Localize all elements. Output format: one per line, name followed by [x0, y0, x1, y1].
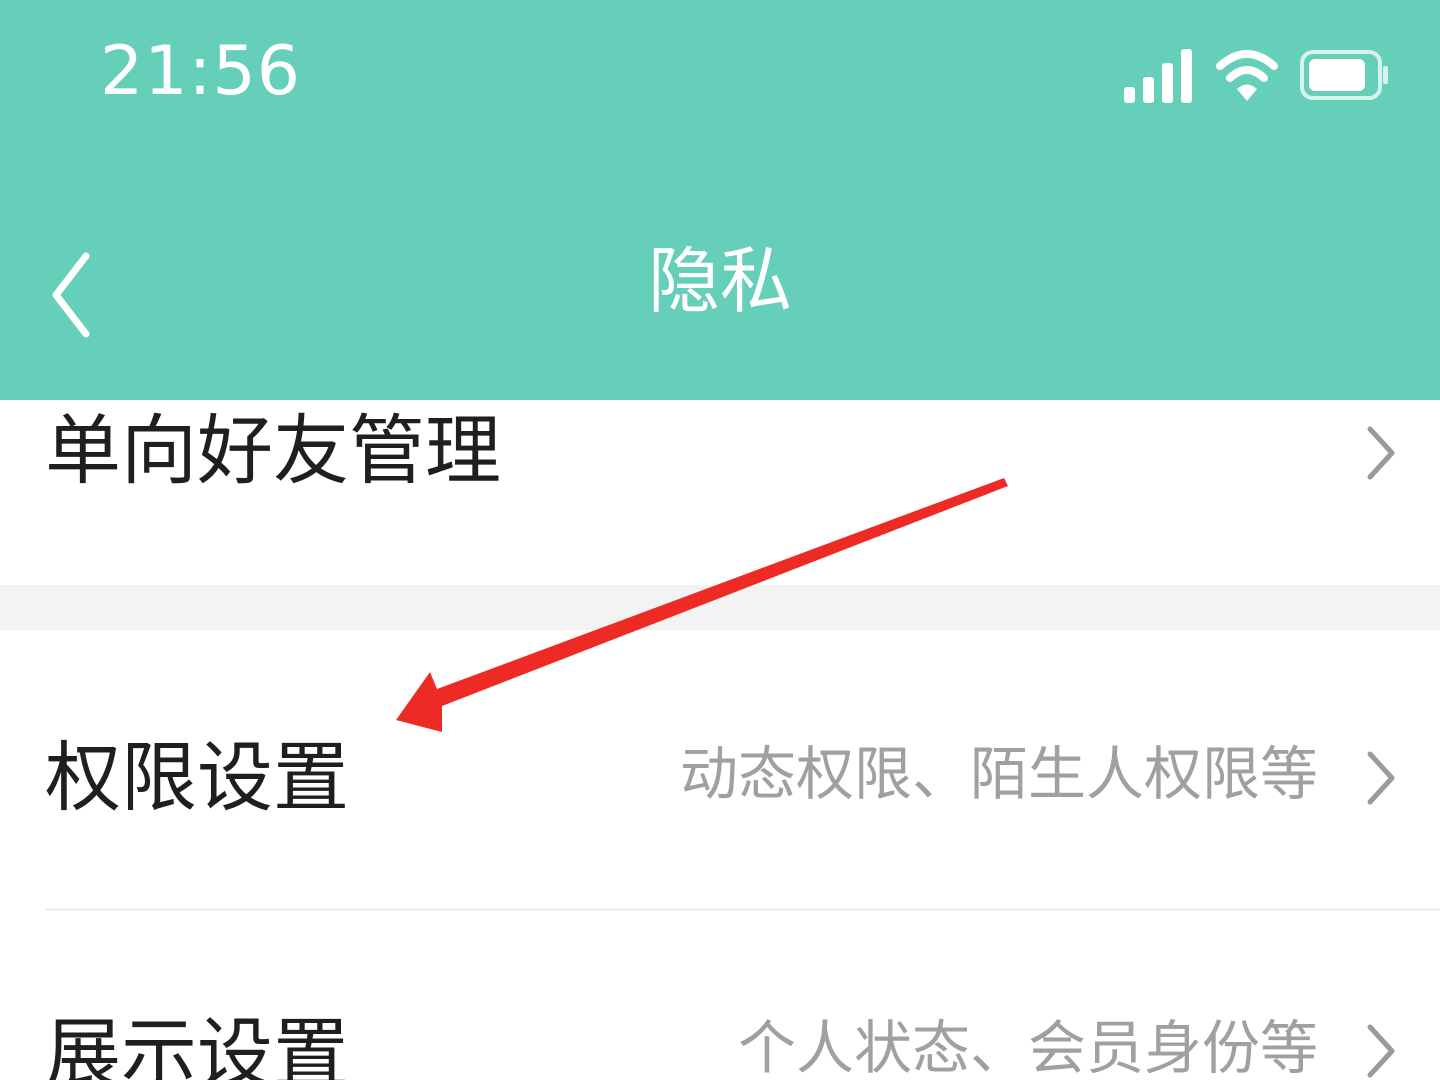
- status-icons: [1124, 40, 1390, 110]
- page-title: 隐私: [647, 239, 792, 323]
- chevron-right-icon: [1367, 1024, 1395, 1078]
- list-item-label: 单向好友管理: [45, 406, 501, 495]
- privacy-settings-screen: 21:56 隐私 单向好友管理 权限设置 动态权限、陌生人权限等 展示设置 个人…: [0, 0, 1440, 1080]
- chevron-right-icon: [1367, 426, 1395, 480]
- signal-icon: [1124, 49, 1192, 103]
- header-bar: 21:56 隐私: [0, 0, 1440, 400]
- section-separator: [0, 585, 1440, 630]
- list-item-permission-settings[interactable]: 权限设置 动态权限、陌生人权限等: [0, 630, 1440, 908]
- list-item-label: 权限设置: [45, 733, 349, 822]
- list-item-label: 展示设置: [45, 1009, 349, 1080]
- chevron-right-icon: [1367, 751, 1395, 805]
- list-item-hint: 个人状态、会员身份等: [737, 1014, 1318, 1080]
- battery-icon: [1300, 50, 1388, 100]
- list-item-hint: 动态权限、陌生人权限等: [679, 740, 1318, 808]
- list-item-one-way-friends[interactable]: 单向好友管理: [0, 400, 1440, 585]
- wifi-icon: [1216, 50, 1278, 101]
- status-time: 21:56: [100, 32, 301, 111]
- list-item-display-settings[interactable]: 展示设置 个人状态、会员身份等: [0, 911, 1440, 1080]
